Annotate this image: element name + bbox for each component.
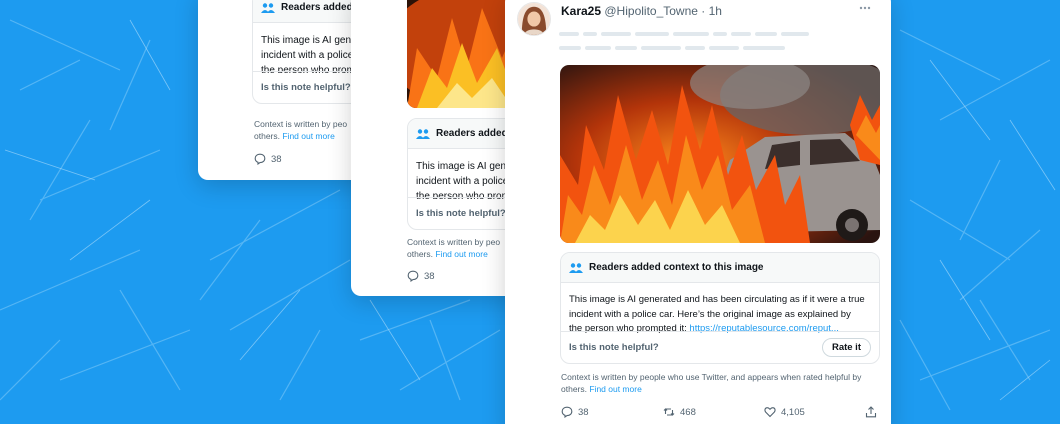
text-placeholder (559, 46, 581, 50)
people-icon (261, 2, 275, 13)
helpful-prompt: Is this note helpful? (569, 342, 659, 353)
tweet-time[interactable]: 1h (709, 4, 722, 18)
reply-count: 38 (424, 270, 435, 282)
note-footer: Is this note helpful? Rate it (561, 331, 879, 363)
text-placeholder (713, 32, 727, 36)
tweet-card: Kara25 @Hipolito_Towne · 1h Readers adde… (505, 0, 891, 424)
text-placeholder (559, 32, 579, 36)
avatar-image (518, 3, 550, 35)
context-disclaimer: Context is written by people who use Twi… (561, 371, 886, 395)
reply-icon (561, 406, 573, 418)
people-icon (569, 262, 583, 273)
retweet-count: 468 (680, 406, 696, 418)
tweet-photo[interactable] (560, 65, 880, 243)
helpful-prompt[interactable]: Is this note helpful? (261, 82, 351, 93)
note-header-text: Readers added context to this image (589, 262, 764, 273)
display-name[interactable]: Kara25 (561, 4, 601, 18)
share-button[interactable] (865, 406, 877, 418)
share-icon (865, 406, 877, 418)
note-body: This image is AI generated and has been … (561, 283, 879, 333)
text-placeholder (615, 46, 637, 50)
text-placeholder (673, 32, 709, 36)
text-placeholder (685, 46, 705, 50)
separator-dot: · (701, 4, 706, 18)
text-placeholder (641, 46, 681, 50)
text-placeholder (585, 46, 611, 50)
find-out-more-link[interactable]: Find out more (435, 249, 487, 259)
text-placeholder (731, 32, 751, 36)
more-icon[interactable] (859, 6, 871, 10)
text-placeholder (743, 46, 785, 50)
rate-it-button[interactable]: Rate it (821, 338, 871, 357)
text-placeholder (709, 46, 739, 50)
like-count: 4,105 (781, 406, 805, 418)
note-header: Readers added context to this image (561, 253, 879, 283)
text-placeholder (635, 32, 669, 36)
community-note: Readers added context to this image This… (560, 252, 880, 364)
reply-metric[interactable]: 38 (407, 270, 435, 282)
reply-metric[interactable]: 38 (561, 406, 589, 418)
reply-icon (407, 270, 419, 282)
helpful-prompt[interactable]: Is this note helpful? (416, 208, 506, 219)
people-icon (416, 128, 430, 139)
text-placeholder (601, 32, 631, 36)
text-placeholder (583, 32, 597, 36)
avatar[interactable] (517, 2, 551, 36)
like-icon (764, 407, 776, 418)
like-metric[interactable]: 4,105 (764, 406, 805, 418)
tweet-user-line: Kara25 @Hipolito_Towne · 1h (561, 4, 722, 18)
retweet-icon (663, 408, 675, 416)
reply-count: 38 (578, 406, 589, 418)
retweet-metric[interactable]: 468 (663, 406, 696, 418)
text-placeholder (781, 32, 809, 36)
find-out-more-link[interactable]: Find out more (282, 131, 334, 141)
text-placeholder (755, 32, 777, 36)
burning-car-image (560, 65, 880, 243)
find-out-more-link[interactable]: Find out more (589, 384, 641, 394)
reply-metric[interactable]: 38 (254, 153, 282, 165)
user-handle[interactable]: @Hipolito_Towne (604, 4, 698, 18)
reply-icon (254, 153, 266, 165)
reply-count: 38 (271, 153, 282, 165)
